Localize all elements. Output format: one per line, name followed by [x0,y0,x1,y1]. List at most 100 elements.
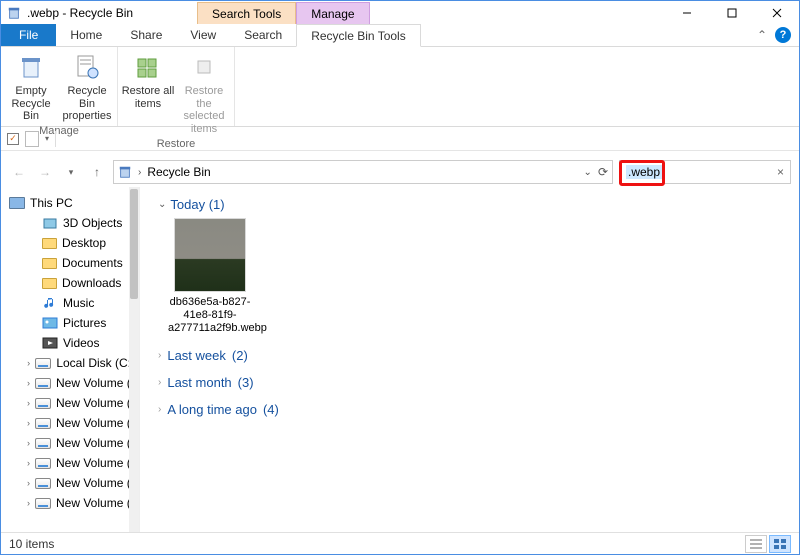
tree-label: Desktop [62,236,106,250]
context-tab-search-tools[interactable]: Search Tools [197,2,296,24]
chevron-right-icon: › [27,438,30,448]
address-history-dropdown[interactable]: ⌄ [584,167,592,178]
details-view-button[interactable] [745,535,767,553]
sidebar-scrollbar[interactable] [129,187,139,532]
tree-item[interactable]: Music [9,293,139,313]
thumbnails-view-button[interactable] [769,535,791,553]
content-pane[interactable]: ⌄ Today (1) db636e5a-b827-41e8-81f9-a27771… [139,187,799,532]
group-header-collapsed[interactable]: › Last month (3) [158,375,789,390]
breadcrumb-item[interactable]: Recycle Bin [147,165,210,179]
context-tab-manage[interactable]: Manage [296,2,369,24]
chevron-down-icon: ⌄ [158,199,166,210]
tree-item[interactable]: Desktop [9,233,139,253]
tree-item[interactable]: ›New Volume (I:) [9,473,139,493]
clear-search-button[interactable]: × [777,165,784,179]
tree-label: New Volume (I:) [56,476,139,490]
chevron-right-icon: › [158,404,161,415]
status-bar: 10 items [1,532,799,554]
ribbon-body: Empty Recycle Bin Recycle Bin properties… [1,47,799,127]
tree-label: New Volume (H:) [56,456,139,470]
tree-label: Music [63,296,94,310]
trash-icon [15,51,47,83]
properties-icon [71,51,103,83]
group-count: (3) [238,375,254,390]
tree-label: New Volume (F:) [56,416,139,430]
qat-checkbox-icon[interactable] [7,133,19,145]
help-icon[interactable]: ? [775,27,791,43]
chevron-right-icon: › [27,458,30,468]
restore-all-icon [132,51,164,83]
qat-dropdown-icon[interactable]: ▾ [45,134,49,143]
file-grid: db636e5a-b827-41e8-81f9-a277711a2f9b.web… [158,218,789,336]
nav-up-button[interactable]: ↑ [87,162,107,182]
tree-label: Videos [63,336,99,350]
nav-back-button[interactable]: ← [9,162,29,182]
empty-recycle-bin-button[interactable]: Empty Recycle Bin [3,49,59,123]
title-bar-left: .webp - Recycle Bin [1,1,143,24]
tree-item-this-pc[interactable]: This PC [9,193,139,213]
tree-item[interactable]: › New Volume (H:) [9,453,139,473]
tree-item[interactable]: ›New Volume (J:) [9,493,139,513]
ribbon-collapse-icon[interactable]: ⌃ [757,28,767,42]
search-term: .webp [626,165,662,179]
tree-item[interactable]: Videos [9,333,139,353]
ribbon-tab-view[interactable]: View [176,24,230,46]
group-label: Last month [167,375,231,390]
address-bar[interactable]: › Recycle Bin ⌄ ⟳ [113,160,613,184]
tree-item[interactable]: 3D Objects [9,213,139,233]
tree-label: Documents [62,256,123,270]
close-button[interactable] [754,1,799,24]
maximize-button[interactable] [709,1,754,24]
window-controls [664,1,799,24]
group-header-collapsed[interactable]: ›Last week (2) [158,348,789,363]
view-mode-toggle [745,535,791,553]
chevron-right-icon[interactable]: › [138,167,141,178]
recycle-bin-icon [7,6,21,20]
group-count: (2) [232,348,248,363]
ribbon-tab-home[interactable]: Home [56,24,116,46]
chevron-right-icon: › [27,358,30,368]
recycle-bin-icon [118,165,132,179]
tree-label: This PC [30,196,73,210]
tree-label: New Volume (D:) [56,376,139,390]
refresh-button[interactable]: ⟳ [598,165,608,179]
tree-label: Local Disk (C:) [56,356,135,370]
restore-all-button[interactable]: Restore all items [120,49,176,110]
chevron-right-icon: › [158,350,161,361]
tree-item[interactable]: › New Volume (F:) [9,413,139,433]
nav-forward-button[interactable]: → [35,162,55,182]
recycle-bin-properties-button[interactable]: Recycle Bin properties [59,49,115,123]
minimize-button[interactable] [664,1,709,24]
ribbon-tab-file[interactable]: File [1,24,56,46]
body: This PC 3D Objects Desktop Documents Downloa… [1,187,799,532]
restore-all-label: Restore all items [120,85,176,110]
quick-access-toolbar: ▾ [1,127,799,151]
group-header-collapsed[interactable]: ›A long time ago (4) [158,402,789,417]
ribbon-tab-search[interactable]: Search [230,24,296,46]
tree-item[interactable]: ›New Volume (D:) [9,373,139,393]
tree-item[interactable]: Downloads [9,273,139,293]
qat-document-icon[interactable] [25,131,39,147]
chevron-right-icon: › [158,377,161,388]
ribbon-group-restore: Restore all items Restore the selected i… [118,47,235,126]
group-count: (4) [263,402,279,417]
restore-selected-button: Restore the selected items [176,49,232,136]
tree-item[interactable]: Pictures [9,313,139,333]
file-item[interactable]: db636e5a-b827-41e8-81f9-a277711a2f9b.web… [168,218,252,336]
nav-recent-dropdown[interactable]: ▾ [61,162,81,182]
tree-item[interactable]: ›New Volume (E:) [9,393,139,413]
tree-item[interactable]: ›New Volume (G:) [9,433,139,453]
tree-label: New Volume (E:) [56,396,139,410]
pc-icon [9,197,25,209]
navigation-pane[interactable]: This PC 3D Objects Desktop Documents Downloa… [1,187,139,532]
chevron-right-icon: › [27,418,30,428]
group-label: Today (1) [170,197,224,212]
tree-label: 3D Objects [63,216,122,230]
tree-item[interactable]: Documents [9,253,139,273]
ribbon-tab-recycle-bin-tools[interactable]: Recycle Bin Tools [296,24,421,47]
search-box[interactable]: .webp × [619,160,791,184]
ribbon-tab-share[interactable]: Share [116,24,176,46]
tree-item[interactable]: › Local Disk (C:) [9,353,139,373]
ribbon-group-manage: Empty Recycle Bin Recycle Bin properties… [1,47,118,126]
group-header[interactable]: ⌄ Today (1) [158,197,789,212]
